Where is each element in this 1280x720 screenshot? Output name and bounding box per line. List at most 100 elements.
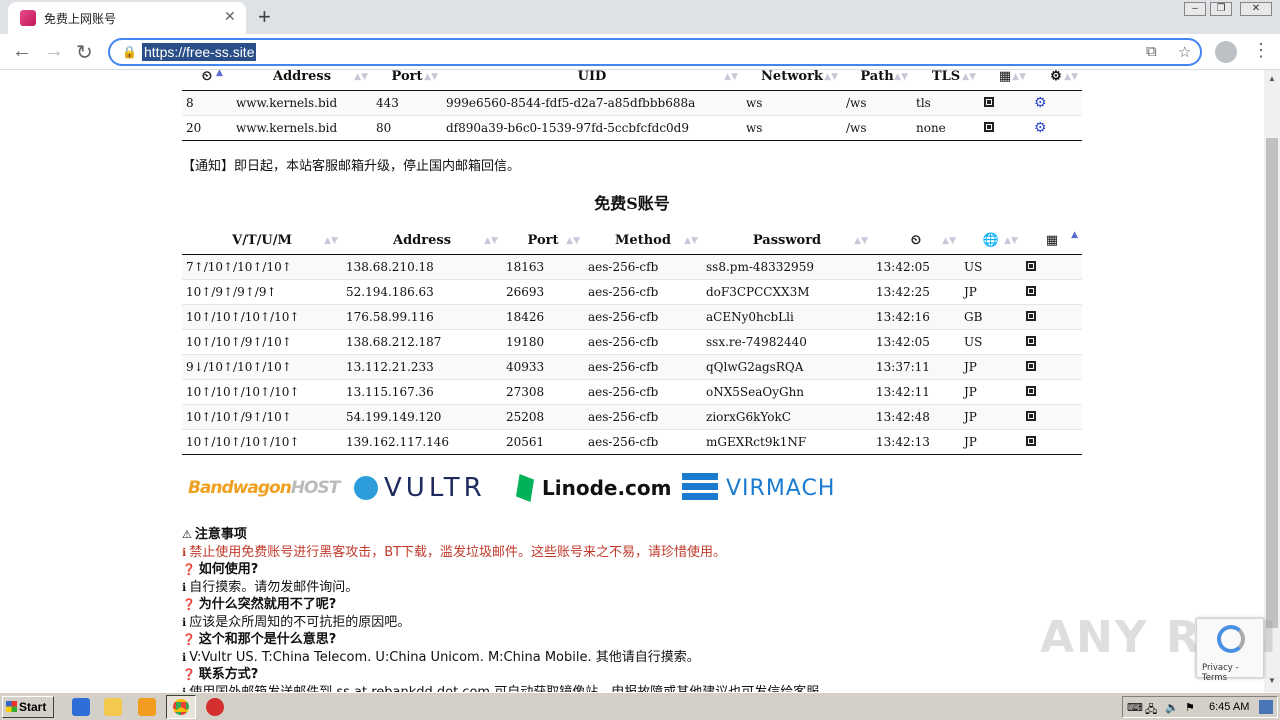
- cell-port: 40933: [502, 354, 584, 380]
- close-icon[interactable]: ✕: [224, 8, 236, 25]
- bandwagonhost-logo[interactable]: Bandwagon HOST: [188, 470, 340, 506]
- cell-time: 13:42:11: [872, 379, 960, 405]
- col-header-qr[interactable]: ▦ ▲▼: [980, 70, 1030, 91]
- scroll-thumb[interactable]: [1266, 138, 1278, 628]
- translate-icon[interactable]: ⧉: [1146, 43, 1157, 60]
- cell-tls: tls: [912, 90, 980, 116]
- menu-dots-icon[interactable]: ⋮: [1252, 40, 1270, 61]
- cell-qr: [980, 115, 1030, 141]
- table-row: 9↓/10↑/10↑/10↑ 13.112.21.233 40933 aes-256-…: [182, 354, 1082, 380]
- config-gear-icon[interactable]: ⚙: [1034, 120, 1047, 136]
- vultr-logo[interactable]: VULTR: [354, 470, 486, 506]
- new-tab-button[interactable]: +: [258, 4, 271, 30]
- qr-code-icon[interactable]: [1026, 260, 1036, 271]
- cell-vtum: 10↑/10↑/9↑/10↑: [182, 329, 342, 355]
- col-header-time[interactable]: ⏲ ▲: [182, 70, 232, 91]
- faq-question-text: 注意事项: [194, 527, 247, 542]
- cell-qr: [1022, 429, 1082, 455]
- taskbar: Start ⌨ 🖧 🔈 ⚑ 6:45 AM: [0, 692, 1280, 720]
- back-arrow-icon[interactable]: ←: [12, 40, 32, 63]
- restore-button[interactable]: ❐: [1210, 2, 1232, 16]
- config-gear-icon[interactable]: ⚙: [1034, 95, 1047, 111]
- folder-icon[interactable]: [104, 698, 122, 716]
- cell-address: 54.199.149.120: [342, 404, 502, 430]
- info-icon: ℹ: [182, 615, 187, 629]
- cell-password: ss8.pm-48332959: [702, 254, 872, 280]
- page-scrollbar[interactable]: ▲ ▼: [1264, 70, 1280, 692]
- cell-method: aes-256-cfb: [584, 429, 702, 455]
- col-header-uid[interactable]: UID ▲▼: [442, 70, 742, 91]
- window-close-button[interactable]: ✕: [1240, 2, 1272, 16]
- cell-port: 25208: [502, 404, 584, 430]
- flag-icon[interactable]: ⚑: [1185, 701, 1195, 714]
- virmach-logo[interactable]: VIRMACH: [682, 470, 835, 506]
- lock-icon[interactable]: 🔒: [122, 45, 137, 59]
- qr-code-icon[interactable]: [984, 121, 994, 132]
- ie-icon[interactable]: [72, 698, 90, 716]
- qr-code-icon[interactable]: [1026, 285, 1036, 296]
- virmach-text: VIRMACH: [726, 475, 836, 501]
- faq-answer-text: 使用国外邮箱发送邮件到 ss at rebankdd dot com 可自动获取…: [189, 684, 833, 693]
- minimize-button[interactable]: –: [1184, 2, 1206, 16]
- bookmark-star-icon[interactable]: ☆: [1178, 43, 1191, 61]
- tab-active[interactable]: 免费上网账号 ✕: [8, 2, 246, 34]
- volume-icon[interactable]: 🔈: [1165, 701, 1179, 714]
- cell-port: 443: [372, 90, 442, 116]
- cell-address: 138.68.210.18: [342, 254, 502, 280]
- warning-app-icon[interactable]: [206, 698, 224, 716]
- cell-password: oNX5SeaOyGhn: [702, 379, 872, 405]
- recaptcha-badge[interactable]: Privacy - Terms: [1196, 618, 1264, 683]
- forward-arrow-icon[interactable]: →: [44, 40, 64, 63]
- col-header-port[interactable]: Port ▲▼: [502, 228, 584, 255]
- reload-icon[interactable]: ↻: [76, 40, 93, 65]
- faq-question: ❓ 如何使用?: [182, 561, 832, 579]
- col-header-qr[interactable]: ▦ ▲: [1022, 228, 1082, 255]
- recaptcha-links[interactable]: Privacy - Terms: [1202, 663, 1263, 683]
- cell-address: 13.112.21.233: [342, 354, 502, 380]
- qr-code-icon[interactable]: [984, 96, 994, 107]
- col-header-vtum[interactable]: V/T/U/M ▲▼: [182, 228, 342, 255]
- col-header-country[interactable]: 🌐 ▲▼: [960, 228, 1022, 255]
- cell-country: JP: [960, 404, 1022, 430]
- faq-answer-text: 禁止使用免费账号进行黑客攻击，BT下载，滥发垃圾邮件。这些账号来之不易，请珍惜使…: [189, 544, 727, 560]
- faq-question: ⚠ 注意事项: [182, 526, 832, 544]
- cell-method: aes-256-cfb: [584, 304, 702, 330]
- table-row: 10↑/10↑/9↑/10↑ 54.199.149.120 25208 aes-256…: [182, 404, 1082, 430]
- network-icon[interactable]: 🖧: [1145, 701, 1157, 720]
- cell-qr: [980, 90, 1030, 116]
- col-header-method[interactable]: Method ▲▼: [584, 228, 702, 255]
- language-icon[interactable]: ⌨: [1127, 701, 1143, 714]
- qr-code-icon[interactable]: [1026, 310, 1036, 321]
- cell-time: 13:42:16: [872, 304, 960, 330]
- address-bar[interactable]: 🔒 https://free-ss.site ⧉ ☆: [108, 38, 1202, 66]
- qr-code-icon[interactable]: [1026, 435, 1036, 446]
- col-header-network[interactable]: Network ▲▼: [742, 70, 842, 91]
- qr-code-icon[interactable]: [1026, 360, 1036, 371]
- col-header-config[interactable]: ⚙ ▲▼: [1030, 70, 1082, 91]
- question-icon: ❓: [182, 633, 196, 646]
- scroll-down-icon[interactable]: ▼: [1268, 676, 1276, 685]
- qr-code-icon[interactable]: [1026, 335, 1036, 346]
- scroll-up-icon[interactable]: ▲: [1268, 74, 1276, 83]
- col-header-address[interactable]: Address ▲▼: [232, 70, 372, 91]
- media-player-icon[interactable]: [138, 698, 156, 716]
- recaptcha-icon: [1217, 625, 1245, 653]
- col-header-password[interactable]: Password ▲▼: [702, 228, 872, 255]
- col-header-path[interactable]: Path ▲▼: [842, 70, 912, 91]
- cell-tls: none: [912, 115, 980, 141]
- col-header-address[interactable]: Address ▲▼: [342, 228, 502, 255]
- qr-code-icon[interactable]: [1026, 410, 1036, 421]
- col-header-port[interactable]: Port ▲▼: [372, 70, 442, 91]
- col-header-tls[interactable]: TLS ▲▼: [912, 70, 980, 91]
- cell-address: 139.162.117.146: [342, 429, 502, 455]
- col-header-time[interactable]: ⏲ ▲▼: [872, 228, 960, 255]
- desktop-icon[interactable]: [1259, 700, 1273, 714]
- start-button[interactable]: Start: [2, 696, 54, 718]
- cell-method: aes-256-cfb: [584, 404, 702, 430]
- qr-code-icon[interactable]: [1026, 385, 1036, 396]
- chrome-taskbar-button[interactable]: [166, 695, 196, 719]
- url-text[interactable]: https://free-ss.site: [142, 43, 257, 61]
- linode-logo[interactable]: Linode.com: [516, 470, 672, 506]
- profile-avatar-icon[interactable]: [1215, 41, 1237, 63]
- faq-question-text: 如何使用?: [198, 562, 259, 577]
